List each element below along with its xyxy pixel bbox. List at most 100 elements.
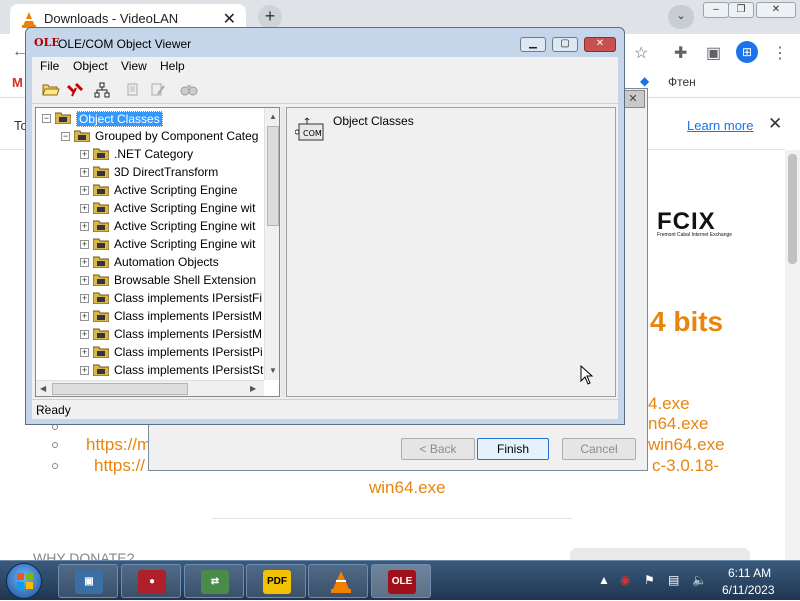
tree-label: Grouped by Component Categ [95, 129, 259, 143]
extensions-icon[interactable]: ✚ [674, 43, 687, 63]
expand-icon[interactable]: + [80, 330, 89, 339]
profile-avatar[interactable]: ⊞ [736, 41, 758, 63]
tree-label: Class implements IPersistM [114, 309, 263, 323]
expand-icon[interactable]: + [80, 276, 89, 285]
download-link[interactable]: 4.exe [648, 394, 690, 414]
download-link[interactable]: https://m [86, 435, 151, 455]
pdf-icon: PDF [263, 570, 291, 594]
resize-grip-icon[interactable]: ⋰ [36, 403, 614, 417]
browser-minimize-button[interactable]: – [703, 2, 729, 18]
scroll-left-icon[interactable]: ◀ [40, 384, 46, 393]
collapse-icon[interactable]: − [42, 114, 51, 123]
ole-viewer-icon: OLE [388, 570, 416, 594]
page-scrollbar[interactable] [785, 150, 800, 560]
remote-desktop-icon: ▣ [75, 570, 103, 594]
collapse-icon[interactable]: − [61, 132, 70, 141]
clock-time[interactable]: 6:11 AM [728, 566, 771, 580]
close-button[interactable]: ✕ [584, 37, 616, 52]
toolbar [32, 76, 618, 104]
copy-icon[interactable] [126, 82, 142, 98]
download-link[interactable]: win64.exe [648, 435, 725, 455]
network-tray-icon[interactable]: ▤ [668, 573, 679, 587]
download-link[interactable]: c-3.0.18- [652, 456, 719, 476]
folder-icon [93, 256, 109, 268]
action-center-icon[interactable]: ⚑ [644, 573, 655, 587]
scrollbar-thumb[interactable] [52, 383, 188, 395]
title-bar[interactable]: OLE OLE/COM Object Viewer ▁ ▢ ✕ [26, 28, 624, 58]
edit-icon[interactable] [150, 82, 166, 98]
show-hidden-icons-icon[interactable]: ▲ [598, 573, 610, 587]
download-link[interactable]: win64.exe [369, 478, 446, 498]
tree-horizontal-scrollbar[interactable]: ◀ ▶ [36, 380, 264, 396]
tab-search-button[interactable]: ⌄ [668, 5, 694, 29]
expand-icon[interactable]: + [80, 204, 89, 213]
tree-label: Active Scripting Engine wit [114, 219, 256, 233]
expand-icon[interactable]: + [80, 294, 89, 303]
download-link[interactable]: https:// [94, 456, 145, 476]
tree-label: Browsable Shell Extension [114, 273, 257, 287]
taskbar-app[interactable]: ● [121, 564, 181, 598]
divider [212, 518, 572, 519]
learn-more-link[interactable]: Learn more [687, 118, 753, 133]
scroll-down-icon[interactable]: ▼ [269, 366, 277, 375]
maximize-button[interactable]: ▢ [552, 37, 578, 52]
menu-bar: File Object View Help [32, 57, 618, 76]
hierarchy-icon[interactable] [94, 82, 110, 98]
back-button[interactable]: < Back [401, 438, 475, 460]
scrollbar-thumb[interactable] [267, 126, 279, 226]
browser-close-button[interactable]: ✕ [756, 2, 796, 18]
menu-view[interactable]: View [121, 59, 147, 73]
expand-icon[interactable]: + [80, 168, 89, 177]
scroll-right-icon[interactable]: ▶ [250, 384, 256, 393]
expand-icon[interactable]: + [80, 186, 89, 195]
tab-close-icon[interactable]: ✕ [223, 9, 236, 29]
expand-icon[interactable]: + [80, 348, 89, 357]
folder-icon [93, 346, 109, 358]
bookmark-star-icon[interactable]: ☆ [634, 43, 648, 63]
expand-icon[interactable]: + [80, 366, 89, 375]
expand-icon[interactable]: + [80, 258, 89, 267]
start-button[interactable] [6, 563, 42, 599]
finish-button[interactable]: Finish [477, 438, 549, 460]
unbind-icon[interactable] [66, 82, 84, 98]
menu-file[interactable]: File [40, 59, 59, 73]
binoculars-icon[interactable] [180, 82, 198, 96]
side-panel-icon[interactable]: ▣ [706, 43, 721, 63]
chrome-menu-icon[interactable]: ⋮ [772, 43, 788, 63]
minimize-button[interactable]: ▁ [520, 37, 546, 52]
tree-vertical-scrollbar[interactable]: ▲ ▼ [264, 108, 279, 380]
browser-restore-button[interactable]: ❐ [728, 2, 754, 18]
menu-object[interactable]: Object [73, 59, 108, 73]
clock-date[interactable]: 6/11/2023 [722, 583, 775, 597]
page-scrollbar-thumb[interactable] [788, 154, 797, 264]
cancel-button[interactable]: Cancel [562, 438, 636, 460]
folder-icon [93, 310, 109, 322]
download-link[interactable]: n64.exe [648, 414, 709, 434]
expand-icon[interactable]: + [80, 150, 89, 159]
expand-icon[interactable]: + [80, 222, 89, 231]
folder-icon [93, 238, 109, 250]
menu-help[interactable]: Help [160, 59, 185, 73]
scroll-up-icon[interactable]: ▲ [269, 112, 277, 121]
expand-icon[interactable]: + [80, 312, 89, 321]
tab-title: Downloads - VideoLAN [44, 11, 179, 26]
taskbar-app[interactable]: ⇄ [184, 564, 244, 598]
folder-icon [93, 148, 109, 160]
new-tab-button[interactable]: + [258, 5, 282, 29]
volume-icon[interactable]: 🔈 [692, 573, 707, 587]
gmail-bookmark-icon[interactable]: M [12, 75, 23, 90]
taskbar-app[interactable]: PDF [246, 564, 306, 598]
bookmark-favicon-icon: ◆ [640, 74, 650, 88]
bookmark-item[interactable]: Фтен [668, 75, 696, 89]
open-folder-icon[interactable] [42, 82, 60, 96]
folder-icon [93, 364, 109, 376]
expand-icon[interactable]: + [80, 240, 89, 249]
taskbar-app[interactable] [308, 564, 368, 598]
taskbar-app-active[interactable]: OLE [371, 564, 431, 598]
taskbar-app[interactable]: ▣ [58, 564, 118, 598]
pane-splitter[interactable] [281, 107, 285, 397]
object-tree[interactable]: − Object Classes − Grouped by Component … [35, 107, 280, 397]
tree-label: Class implements IPersistM [114, 327, 263, 341]
record-icon[interactable]: ◉ [620, 573, 630, 587]
cookie-close-icon[interactable]: ✕ [768, 114, 782, 134]
